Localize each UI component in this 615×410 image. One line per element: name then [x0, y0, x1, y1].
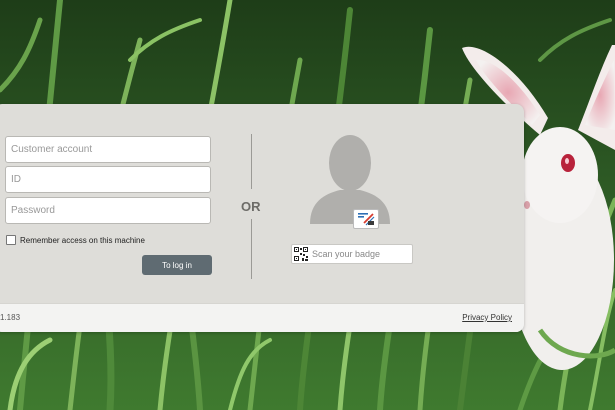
- login-button[interactable]: To log in: [142, 255, 212, 275]
- id-field[interactable]: [5, 166, 211, 193]
- scan-badge-field[interactable]: Scan your badge: [291, 244, 413, 264]
- divider-top: [251, 134, 252, 189]
- privacy-policy-link[interactable]: Privacy Policy: [462, 313, 512, 322]
- version-label: 1.183: [0, 313, 21, 322]
- divider-bottom: [251, 219, 252, 279]
- customer-account-field[interactable]: [5, 136, 211, 163]
- card-footer: 1.183 Privacy Policy: [0, 303, 524, 332]
- scan-badge-placeholder: Scan your badge: [312, 249, 381, 259]
- login-card: Remember access on this machine To log i…: [0, 104, 524, 332]
- password-field[interactable]: [5, 197, 211, 224]
- or-label: OR: [241, 199, 261, 214]
- remember-access[interactable]: Remember access on this machine: [6, 235, 145, 245]
- remember-label: Remember access on this machine: [20, 235, 145, 245]
- badge-scan-icon: [353, 209, 379, 229]
- qr-code-icon: [294, 247, 308, 261]
- remember-checkbox[interactable]: [6, 235, 16, 245]
